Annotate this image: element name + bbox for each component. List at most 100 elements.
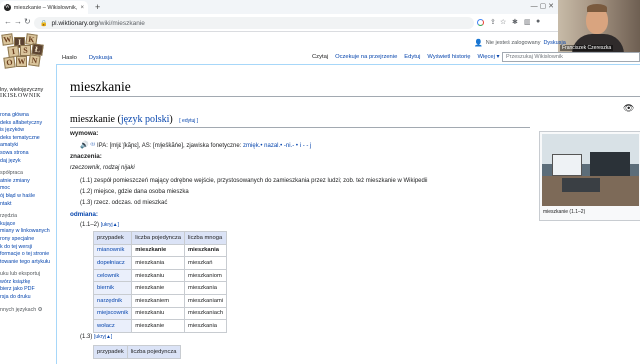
forward-icon[interactable]: → xyxy=(14,17,22,26)
sidebar-item[interactable]: rsja do druku xyxy=(0,294,54,302)
case-link[interactable]: dopełniacz xyxy=(92,256,133,270)
case-link[interactable]: wołacz xyxy=(92,319,133,333)
section-word: mieszkanie ( xyxy=(70,114,121,125)
section-heading: mieszkanie (język polski) [ edytuj ] xyxy=(70,114,198,125)
definition-text: miejsce, gdzie dana osoba mieszka xyxy=(94,189,189,195)
user-talk-link[interactable]: Dyskusja xyxy=(543,40,565,46)
back-icon[interactable]: ← xyxy=(4,17,12,26)
hide-toggle-1[interactable]: [ukryj▲] xyxy=(101,222,119,228)
table-cell: mieszkania xyxy=(184,319,228,333)
table-cell: mieszkaniach xyxy=(184,306,228,321)
case-link[interactable]: celownik xyxy=(92,268,133,283)
sidebar-item[interactable]: rona główna xyxy=(0,112,54,120)
tab-entry[interactable]: Hasło xyxy=(60,54,79,62)
sidebar-item[interactable]: amatyki xyxy=(0,142,54,150)
eye-icon[interactable]: 👁 xyxy=(623,103,634,114)
table-cell: mieszkaniem xyxy=(131,293,186,308)
logo-tile: N xyxy=(28,54,41,67)
tab-title: mieszkanie – Wikisłownik, wolny xyxy=(13,4,78,11)
page-namespace-tabs: Hasło Dyskusja xyxy=(60,54,114,62)
tab-discussion[interactable]: Dyskusja xyxy=(87,54,115,62)
edit-section-link[interactable]: [ edytuj ] xyxy=(179,118,198,124)
case-link[interactable]: biernik xyxy=(92,281,133,295)
tab-edit[interactable]: Edytuj xyxy=(404,54,420,60)
sidebar-item[interactable]: bierz jako PDF xyxy=(0,286,54,294)
sidebar-item[interactable]: deks tematyczne xyxy=(0,135,54,143)
image-thumbnail[interactable]: mieszkanie (1.1–2) xyxy=(539,131,640,221)
logo-tile: W xyxy=(1,33,14,46)
google-icon[interactable] xyxy=(477,19,484,26)
sidebar-group-heading: nnych językach ⚙ xyxy=(0,306,43,313)
table-header: liczba pojedyncza xyxy=(131,231,186,245)
tab-pending-review[interactable]: Oczekuje na przejrzenie xyxy=(335,54,397,60)
case-link[interactable]: mianownik xyxy=(92,243,133,258)
sidebar-item[interactable]: is języków xyxy=(0,127,54,135)
table-cell: mieszkanie xyxy=(131,319,186,333)
tab-read[interactable]: Czytaj xyxy=(312,54,328,60)
table-row: mianownik mieszkanie mieszkania xyxy=(92,243,228,258)
sidebar-group-heading: spółpraca xyxy=(0,170,23,177)
profile-icon[interactable]: ● xyxy=(536,18,540,25)
user-icon: 👤 xyxy=(474,40,483,47)
logo-wordmark: IKISŁOWNIK xyxy=(0,93,41,99)
sidebar-item[interactable]: sowa strona xyxy=(0,150,54,158)
phonetic-phenomena-link[interactable]: zmięk.• nazal.• -ni.- • i - - j xyxy=(243,143,311,149)
sidebar-item[interactable]: wórz książkę xyxy=(0,279,54,287)
pronunciation-label: wymowa: xyxy=(70,130,99,137)
lock-icon[interactable]: 🔒 xyxy=(40,20,47,27)
sidebar-item[interactable]: miany w linkowanych xyxy=(0,228,54,236)
table-row: miejscownik mieszkaniu mieszkaniach xyxy=(92,306,228,321)
webcam-overlay: Franciszek Czereszka xyxy=(558,0,640,54)
url-host: pl.wiktionary.org xyxy=(51,19,98,27)
hide-toggle-2[interactable]: [ukryj▲] xyxy=(94,334,112,340)
close-tab-icon[interactable]: × xyxy=(80,5,84,11)
browser-tab-bar: W mieszkanie – Wikisłownik, wolny × + — … xyxy=(0,0,640,14)
language-link[interactable]: język polski xyxy=(121,114,170,125)
logo-tiles: WIKISŁOWN xyxy=(1,33,44,69)
definition-1-2: (1.2) miejsce, gdzie dana osoba mieszka xyxy=(80,189,189,195)
sidebar-item[interactable]: kujące xyxy=(0,221,54,229)
sidebar-item[interactable]: formacje o tej stronie xyxy=(0,251,54,259)
inflection-label[interactable]: odmiana: xyxy=(70,211,98,218)
sidebar-item[interactable]: k do tej wersji xyxy=(0,244,54,252)
audio-ref-link[interactable]: ⁽¹⁾ xyxy=(90,143,95,149)
table-row: dopełniacz mieszkania mieszkań xyxy=(92,256,228,270)
sidebar-item[interactable]: atnie zmiany xyxy=(0,178,54,186)
extensions-icon[interactable]: ✱ xyxy=(512,18,518,26)
site-logo[interactable]: WIKISŁOWN xyxy=(0,33,54,80)
sidebar-item[interactable]: daj język xyxy=(0,158,54,166)
url-input[interactable]: 🔒 pl.wiktionary.org/wiki/mieszkanie xyxy=(34,17,474,29)
url-path: /wiki/mieszkanie xyxy=(97,19,145,27)
table-cell: mieszkania xyxy=(184,281,228,295)
speaker-icon[interactable]: 🔊 xyxy=(80,142,89,149)
case-link[interactable]: miejscownik xyxy=(92,306,133,321)
table-header: przypadek xyxy=(93,345,128,359)
bookmark-star-icon[interactable]: ☆ xyxy=(500,18,506,26)
case-link[interactable]: narzędnik xyxy=(92,293,133,308)
wiktionary-favicon: W xyxy=(4,4,11,11)
table-cell: mieszkaniu xyxy=(131,306,186,321)
new-tab-button[interactable]: + xyxy=(95,2,100,12)
search-input[interactable]: Przeszukaj Wikisłownik xyxy=(502,52,640,62)
sidebar-item[interactable]: ntakt xyxy=(0,201,54,209)
reload-icon[interactable]: ↻ xyxy=(24,17,31,26)
browser-tab[interactable]: W mieszkanie – Wikisłownik, wolny × xyxy=(0,1,88,14)
inflection-ref-2: (1.3) [ukryj▲] xyxy=(80,334,113,340)
sidepanel-icon[interactable]: ▥ xyxy=(524,18,531,26)
table-header: liczba mnoga xyxy=(184,231,228,245)
tab-more-dropdown[interactable]: Więcej ▾ xyxy=(478,54,500,60)
sidebar-item[interactable]: ój błąd w haśle xyxy=(0,193,54,201)
tab-history[interactable]: Wyświetl historię xyxy=(427,54,470,60)
sidebar-item[interactable]: moc xyxy=(0,185,54,193)
window-controls[interactable]: — ▢ ✕ xyxy=(531,2,554,10)
sidebar-item[interactable]: rony specjalne xyxy=(0,236,54,244)
address-bar: ← → ↻ 🔒 pl.wiktionary.org/wiki/mieszkani… xyxy=(0,14,640,32)
table-row: biernik mieszkanie mieszkania xyxy=(92,281,228,295)
share-icon[interactable]: ⇪ xyxy=(490,18,496,26)
ipa-text: IPA: [mʲjɛ̇ˈʃkãɲɛ], AS: [mʲi̯ešk̇ãńe], z… xyxy=(97,143,244,149)
sidebar-item[interactable]: towanie tego artykułu xyxy=(0,259,54,267)
pronunciation-line: 🔊 ⁽¹⁾ IPA: [mʲjɛ̇ˈʃkãɲɛ], AS: [mʲi̯ešk̇ã… xyxy=(80,141,311,149)
sidebar-item[interactable]: deks alfabetyczny xyxy=(0,120,54,128)
inflection-ref-1: (1.1–2) [ukryj▲] xyxy=(80,222,119,228)
apartment-photo[interactable] xyxy=(542,134,639,206)
